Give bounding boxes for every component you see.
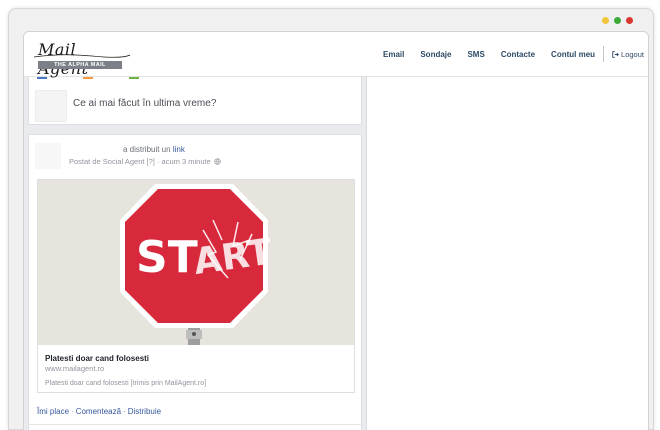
logout-link[interactable]: Logout (612, 50, 644, 59)
maximize-dot[interactable] (614, 17, 621, 24)
post-meta: Postat de Social Agent [?] · acum 3 minu… (69, 157, 221, 166)
post-author-avatar[interactable] (35, 143, 61, 169)
logout-icon (612, 50, 619, 58)
top-header: Mail Agent THE ALPHA MAIL Email Sondaje … (24, 32, 648, 78)
post-headline: a distribuit un link (123, 145, 185, 154)
action-separator: · (123, 407, 126, 416)
like-button[interactable]: Îmi place (37, 407, 69, 416)
nav-contul-meu[interactable]: Contul meu (551, 50, 595, 59)
feed-post: a distribuit un link Postat de Social Ag… (28, 134, 362, 430)
post-meta-text: Postat de Social Agent [?] · acum 3 minu… (69, 157, 211, 166)
main-nav: Email Sondaje SMS Contacte Contul meu Lo… (367, 46, 644, 62)
share-button[interactable]: Distribuie (128, 407, 161, 416)
link-preview-description: Platesti doar cand folosesti [trimis pri… (45, 380, 207, 387)
post-shared-link[interactable]: link (173, 145, 185, 154)
logo-swoosh-icon (33, 54, 131, 58)
post-actions: Îmi place · Comentează · Distribuie (37, 407, 161, 416)
stop-sign-image: ST ART (38, 180, 354, 345)
close-dot[interactable] (626, 17, 633, 24)
minimize-dot[interactable] (602, 17, 609, 24)
nav-sms[interactable]: SMS (467, 50, 484, 59)
nav-divider (603, 46, 605, 62)
browser-frame: Mail Agent THE ALPHA MAIL Email Sondaje … (8, 8, 654, 430)
comment-button[interactable]: Comentează (76, 407, 121, 416)
link-preview[interactable]: ST ART Platesti doar cand folosesti www.… (37, 179, 355, 393)
feed-column: Ce ai mai făcut în ultima vreme? a distr… (24, 76, 367, 430)
status-composer: Ce ai mai făcut în ultima vreme? (28, 76, 362, 125)
nav-contacte[interactable]: Contacte (501, 50, 535, 59)
page-viewport: Mail Agent THE ALPHA MAIL Email Sondaje … (23, 31, 649, 430)
link-preview-domain: www.mailagent.ro (45, 364, 105, 373)
logo-tagline: THE ALPHA MAIL (38, 61, 122, 69)
user-avatar (35, 90, 67, 122)
logout-label: Logout (621, 49, 644, 59)
sign-text-st: ST (136, 232, 198, 283)
window-controls (602, 17, 633, 24)
post-divider (29, 424, 361, 425)
nav-sondaje[interactable]: Sondaje (420, 50, 451, 59)
mailagent-logo[interactable]: Mail Agent THE ALPHA MAIL (32, 40, 131, 78)
nav-email[interactable]: Email (383, 50, 404, 59)
link-preview-title[interactable]: Platesti doar cand folosesti (45, 354, 149, 363)
globe-icon (214, 158, 221, 165)
action-separator: · (71, 407, 74, 416)
link-preview-image[interactable]: ST ART (38, 180, 354, 345)
status-input[interactable]: Ce ai mai făcut în ultima vreme? (73, 98, 216, 109)
post-shared-text: a distribuit un (123, 145, 171, 154)
